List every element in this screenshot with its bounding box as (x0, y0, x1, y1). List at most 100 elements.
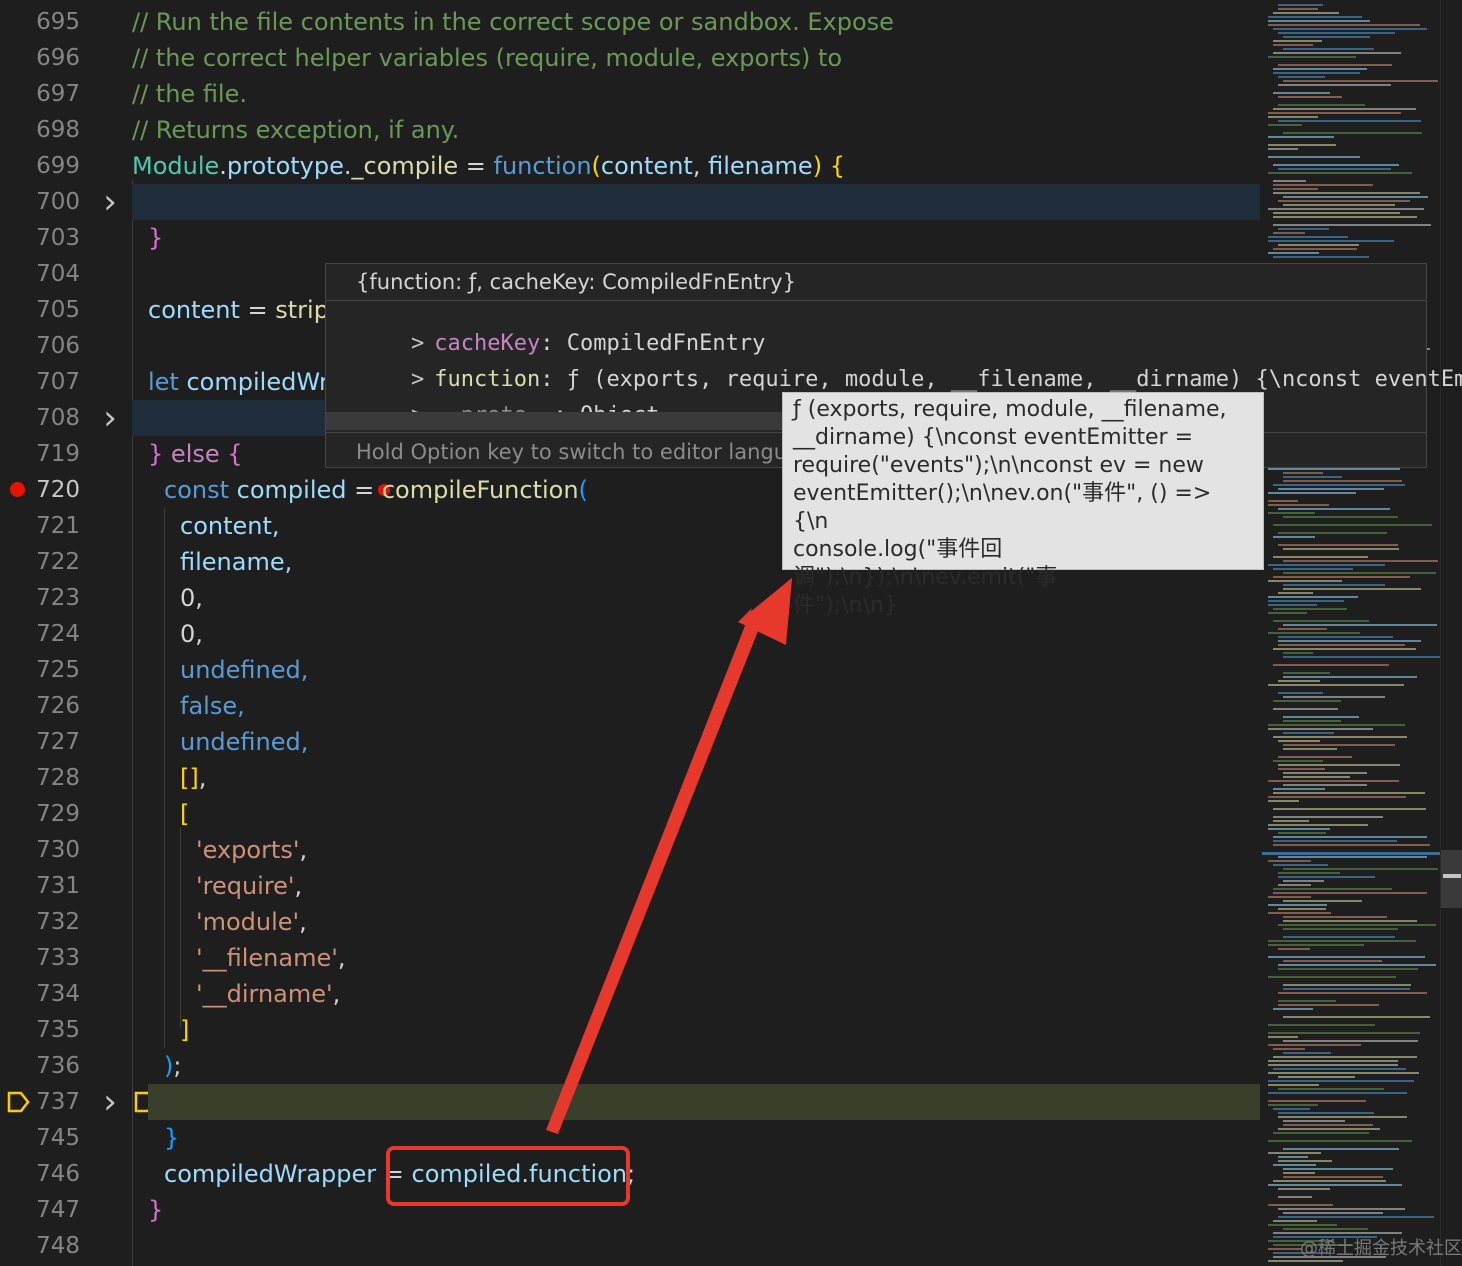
code-line[interactable] (0, 112, 1260, 148)
minimap-line (1268, 236, 1348, 238)
minimap-line (1278, 168, 1391, 170)
code-line[interactable] (0, 1012, 1260, 1048)
minimap-line (1278, 1088, 1384, 1090)
code-line[interactable] (0, 688, 1260, 724)
minimap-line (1278, 64, 1392, 66)
minimap-line (1283, 36, 1370, 38)
minimap-line (1268, 56, 1356, 58)
code-editor[interactable]: 695// Run the file contents in the corre… (0, 0, 1462, 1266)
minimap-line (1273, 180, 1306, 182)
hover-divider (326, 300, 1426, 301)
scrollbar-thumb[interactable] (1441, 850, 1462, 908)
minimap-line (1278, 832, 1326, 834)
minimap-line (1268, 1032, 1420, 1034)
minimap-line (1283, 652, 1313, 654)
minimap-line (1268, 468, 1400, 470)
minimap-line (1273, 1108, 1310, 1110)
code-line[interactable] (0, 1120, 1260, 1156)
minimap-line (1283, 960, 1382, 962)
minimap-line (1273, 1068, 1406, 1070)
minimap-line (1268, 116, 1318, 118)
fold-chevron-icon[interactable]: › (96, 184, 124, 220)
minimap-line (1278, 8, 1318, 10)
minimap-line (1273, 888, 1392, 890)
scrollbar-position-marker (1443, 874, 1461, 878)
minimap-line (1268, 1224, 1337, 1226)
code-line[interactable] (0, 652, 1260, 688)
minimap-line (1268, 580, 1342, 582)
minimap-line (1268, 728, 1373, 730)
minimap-line (1268, 1024, 1375, 1026)
minimap-line (1283, 1168, 1393, 1170)
minimap-line (1268, 156, 1360, 158)
code-line[interactable] (132, 184, 1260, 220)
line-number[interactable]: 700 (0, 184, 80, 220)
minimap[interactable] (1262, 0, 1440, 1266)
minimap-line (1268, 1100, 1366, 1102)
minimap-line (1268, 1060, 1398, 1062)
minimap-line (1283, 516, 1398, 518)
minimap-line (1268, 500, 1298, 502)
code-line[interactable] (0, 760, 1260, 796)
minimap-line (1273, 648, 1416, 650)
code-line[interactable] (0, 1192, 1260, 1228)
minimap-line (1283, 920, 1417, 922)
vertical-scrollbar[interactable] (1440, 0, 1462, 1266)
minimap-line (1273, 816, 1383, 818)
code-line[interactable] (0, 1156, 1260, 1192)
minimap-line (1283, 776, 1350, 778)
minimap-viewport[interactable] (1262, 852, 1440, 855)
minimap-line (1273, 808, 1426, 810)
minimap-line (1278, 120, 1421, 122)
minimap-line (1273, 1056, 1417, 1058)
minimap-line (1273, 760, 1323, 762)
minimap-line (1273, 836, 1427, 838)
code-line[interactable] (0, 940, 1260, 976)
minimap-line (1278, 508, 1390, 510)
minimap-line (1283, 656, 1440, 658)
minimap-line (1283, 476, 1342, 478)
code-line[interactable] (0, 220, 1260, 256)
minimap-line (1268, 940, 1416, 942)
tooltip-line: __dirname) {\nconst eventEmitter = (793, 425, 1193, 450)
minimap-line (1268, 1140, 1412, 1142)
minimap-line (1268, 632, 1360, 634)
code-line[interactable] (0, 724, 1260, 760)
hover-scrollbar[interactable] (326, 412, 786, 430)
minimap-line (1278, 692, 1323, 694)
code-line[interactable] (0, 4, 1260, 40)
minimap-line (1278, 636, 1393, 638)
code-line[interactable] (0, 616, 1260, 652)
minimap-line (1278, 764, 1400, 766)
minimap-line (1278, 924, 1436, 926)
code-line[interactable] (0, 40, 1260, 76)
code-line[interactable] (0, 148, 1260, 184)
line-number[interactable]: 708 (0, 400, 80, 436)
minimap-line (1273, 44, 1313, 46)
fold-chevron-icon[interactable]: › (96, 400, 124, 436)
minimap-line (1273, 524, 1432, 526)
minimap-line (1283, 732, 1334, 734)
code-line[interactable] (0, 832, 1260, 868)
code-line[interactable] (0, 868, 1260, 904)
code-line[interactable] (0, 1048, 1260, 1084)
minimap-line (1283, 132, 1422, 134)
code-line[interactable] (0, 904, 1260, 940)
tooltip-line: 件");\n\n} (793, 593, 898, 618)
minimap-line (1268, 1092, 1407, 1094)
code-line[interactable] (0, 796, 1260, 832)
minimap-line (1278, 104, 1365, 106)
minimap-line (1268, 912, 1331, 914)
code-line[interactable] (148, 1084, 1260, 1120)
minimap-line (1278, 948, 1310, 950)
code-line[interactable] (0, 976, 1260, 1012)
minimap-line (1278, 1004, 1379, 1006)
minimap-line (1273, 608, 1347, 610)
code-line[interactable] (0, 76, 1260, 112)
fold-chevron-icon[interactable]: › (96, 1084, 124, 1120)
minimap-line (1268, 20, 1370, 22)
minimap-line (1268, 512, 1315, 514)
minimap-line (1278, 244, 1359, 246)
code-line[interactable] (0, 1228, 1260, 1264)
minimap-line (1268, 828, 1330, 830)
